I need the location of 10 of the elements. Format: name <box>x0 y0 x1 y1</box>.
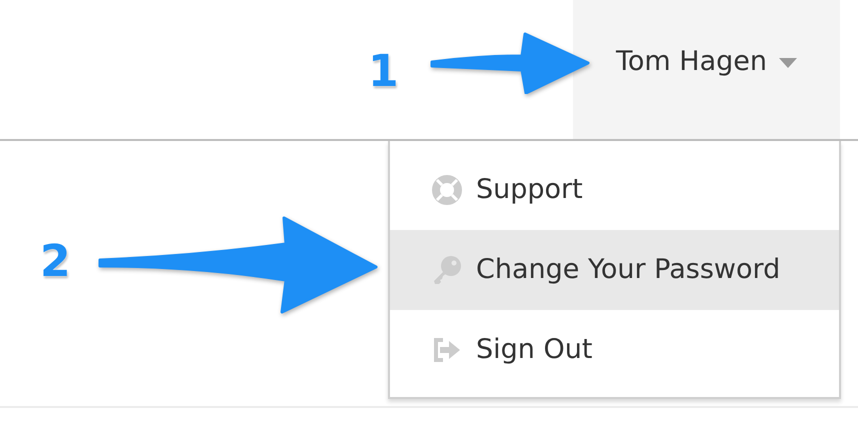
key-icon <box>432 255 462 285</box>
lifebuoy-icon <box>432 175 462 205</box>
menu-item[interactable]: Change Your Password <box>390 230 839 310</box>
caret-icon <box>779 58 798 68</box>
menu-item[interactable]: Sign Out <box>390 310 839 390</box>
step-number: 2 <box>40 240 71 284</box>
user-menu-button[interactable]: Tom Hagen <box>573 0 840 139</box>
menu-item[interactable]: Support <box>390 150 839 230</box>
step-number: 1 <box>368 50 399 94</box>
sign-out-icon <box>432 337 462 363</box>
